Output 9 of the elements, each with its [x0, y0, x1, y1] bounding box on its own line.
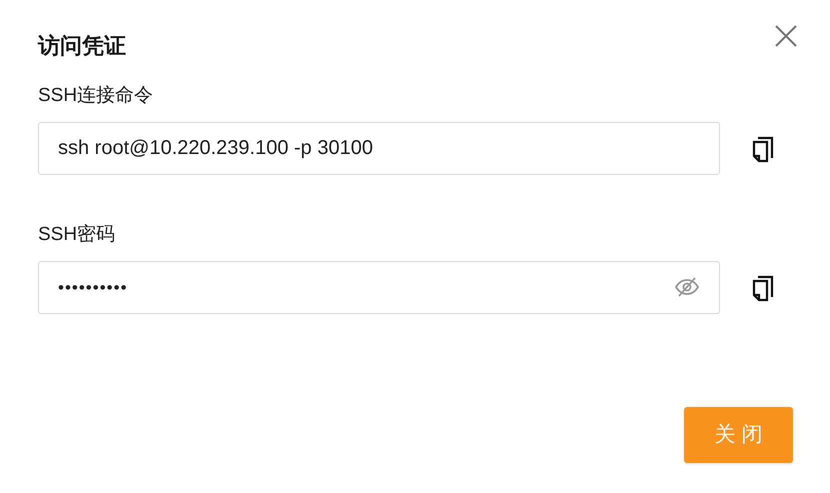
copy-icon[interactable] — [751, 274, 775, 302]
field-label: SSH密码 — [38, 223, 116, 247]
field-label: SSH连接命令 — [38, 84, 154, 108]
command-field[interactable]: ssh root@10.220.239.100 -p 30100 — [38, 122, 720, 175]
close-icon[interactable] — [775, 25, 797, 47]
eye-off-icon[interactable] — [674, 276, 700, 298]
password-field[interactable]: •••••••••• — [38, 261, 720, 314]
dialog-title: 访问凭证 — [38, 32, 126, 60]
copy-icon[interactable] — [751, 134, 775, 162]
